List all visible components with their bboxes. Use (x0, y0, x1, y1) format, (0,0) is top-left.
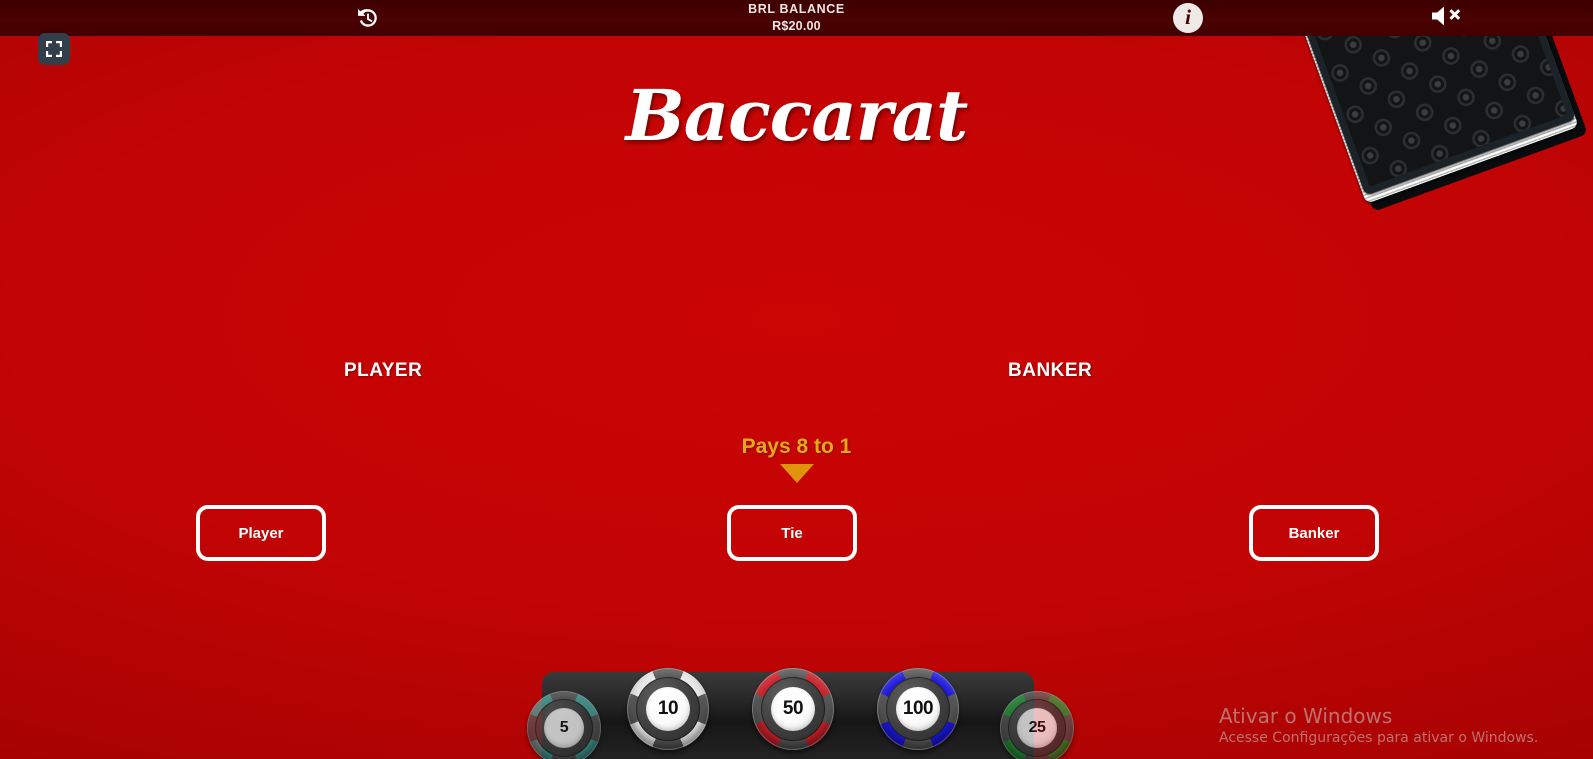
chip-value: 5 (559, 719, 569, 736)
balance-block: BRL BALANCE R$20.00 (0, 1, 1593, 35)
bet-spot-banker[interactable]: Banker (1249, 505, 1379, 561)
top-bar: BRL BALANCE R$20.00 i (0, 0, 1593, 36)
chip-selector-25[interactable]: 25 (1000, 691, 1074, 759)
chip-selector-5[interactable]: 5 (527, 691, 601, 759)
player-area-label: PLAYER (344, 360, 423, 381)
chip-core: 25 (1017, 708, 1057, 748)
banker-area-label: BANKER (1008, 360, 1093, 381)
mute-button[interactable] (1424, 0, 1474, 32)
speaker-muted-icon (1432, 6, 1461, 26)
tie-payout-note: Pays 8 to 1 (0, 435, 1593, 483)
chip-core: 5 (544, 708, 584, 748)
chip-value: 25 (1028, 719, 1046, 736)
bet-spot-tie[interactable]: Tie (727, 505, 857, 561)
fullscreen-button[interactable] (38, 33, 70, 65)
chip-selector-10[interactable]: 10 (627, 668, 709, 750)
chip-value: 10 (657, 698, 679, 719)
chip-selector-100[interactable]: 100 (877, 668, 959, 750)
game-logo: Baccarat (625, 74, 969, 157)
info-icon: i (1173, 3, 1203, 33)
fullscreen-expand-icon (46, 41, 62, 57)
chip-core: 10 (646, 687, 690, 731)
chip-core: 100 (896, 687, 940, 731)
chip-selector-50[interactable]: 50 (752, 668, 834, 750)
chip-value: 50 (782, 698, 804, 719)
balance-value: R$20.00 (772, 18, 821, 33)
watermark-subtitle: Acesse Configurações para ativar o Windo… (1219, 730, 1539, 746)
windows-activation-watermark: Ativar o Windows Acesse Configurações pa… (1219, 703, 1538, 749)
bet-spot-player[interactable]: Player (196, 505, 326, 561)
tie-payout-text: Pays 8 to 1 (741, 435, 852, 458)
balance-label: BRL BALANCE (748, 2, 845, 16)
down-arrow-icon (779, 464, 814, 483)
chip-value: 100 (902, 698, 934, 719)
game-stage: BRL BALANCE R$20.00 i Baccarat PLAYER BA… (0, 0, 1593, 759)
info-button[interactable]: i (1168, 0, 1208, 36)
chip-core: 50 (771, 687, 815, 731)
watermark-title: Ativar o Windows (1219, 704, 1393, 728)
